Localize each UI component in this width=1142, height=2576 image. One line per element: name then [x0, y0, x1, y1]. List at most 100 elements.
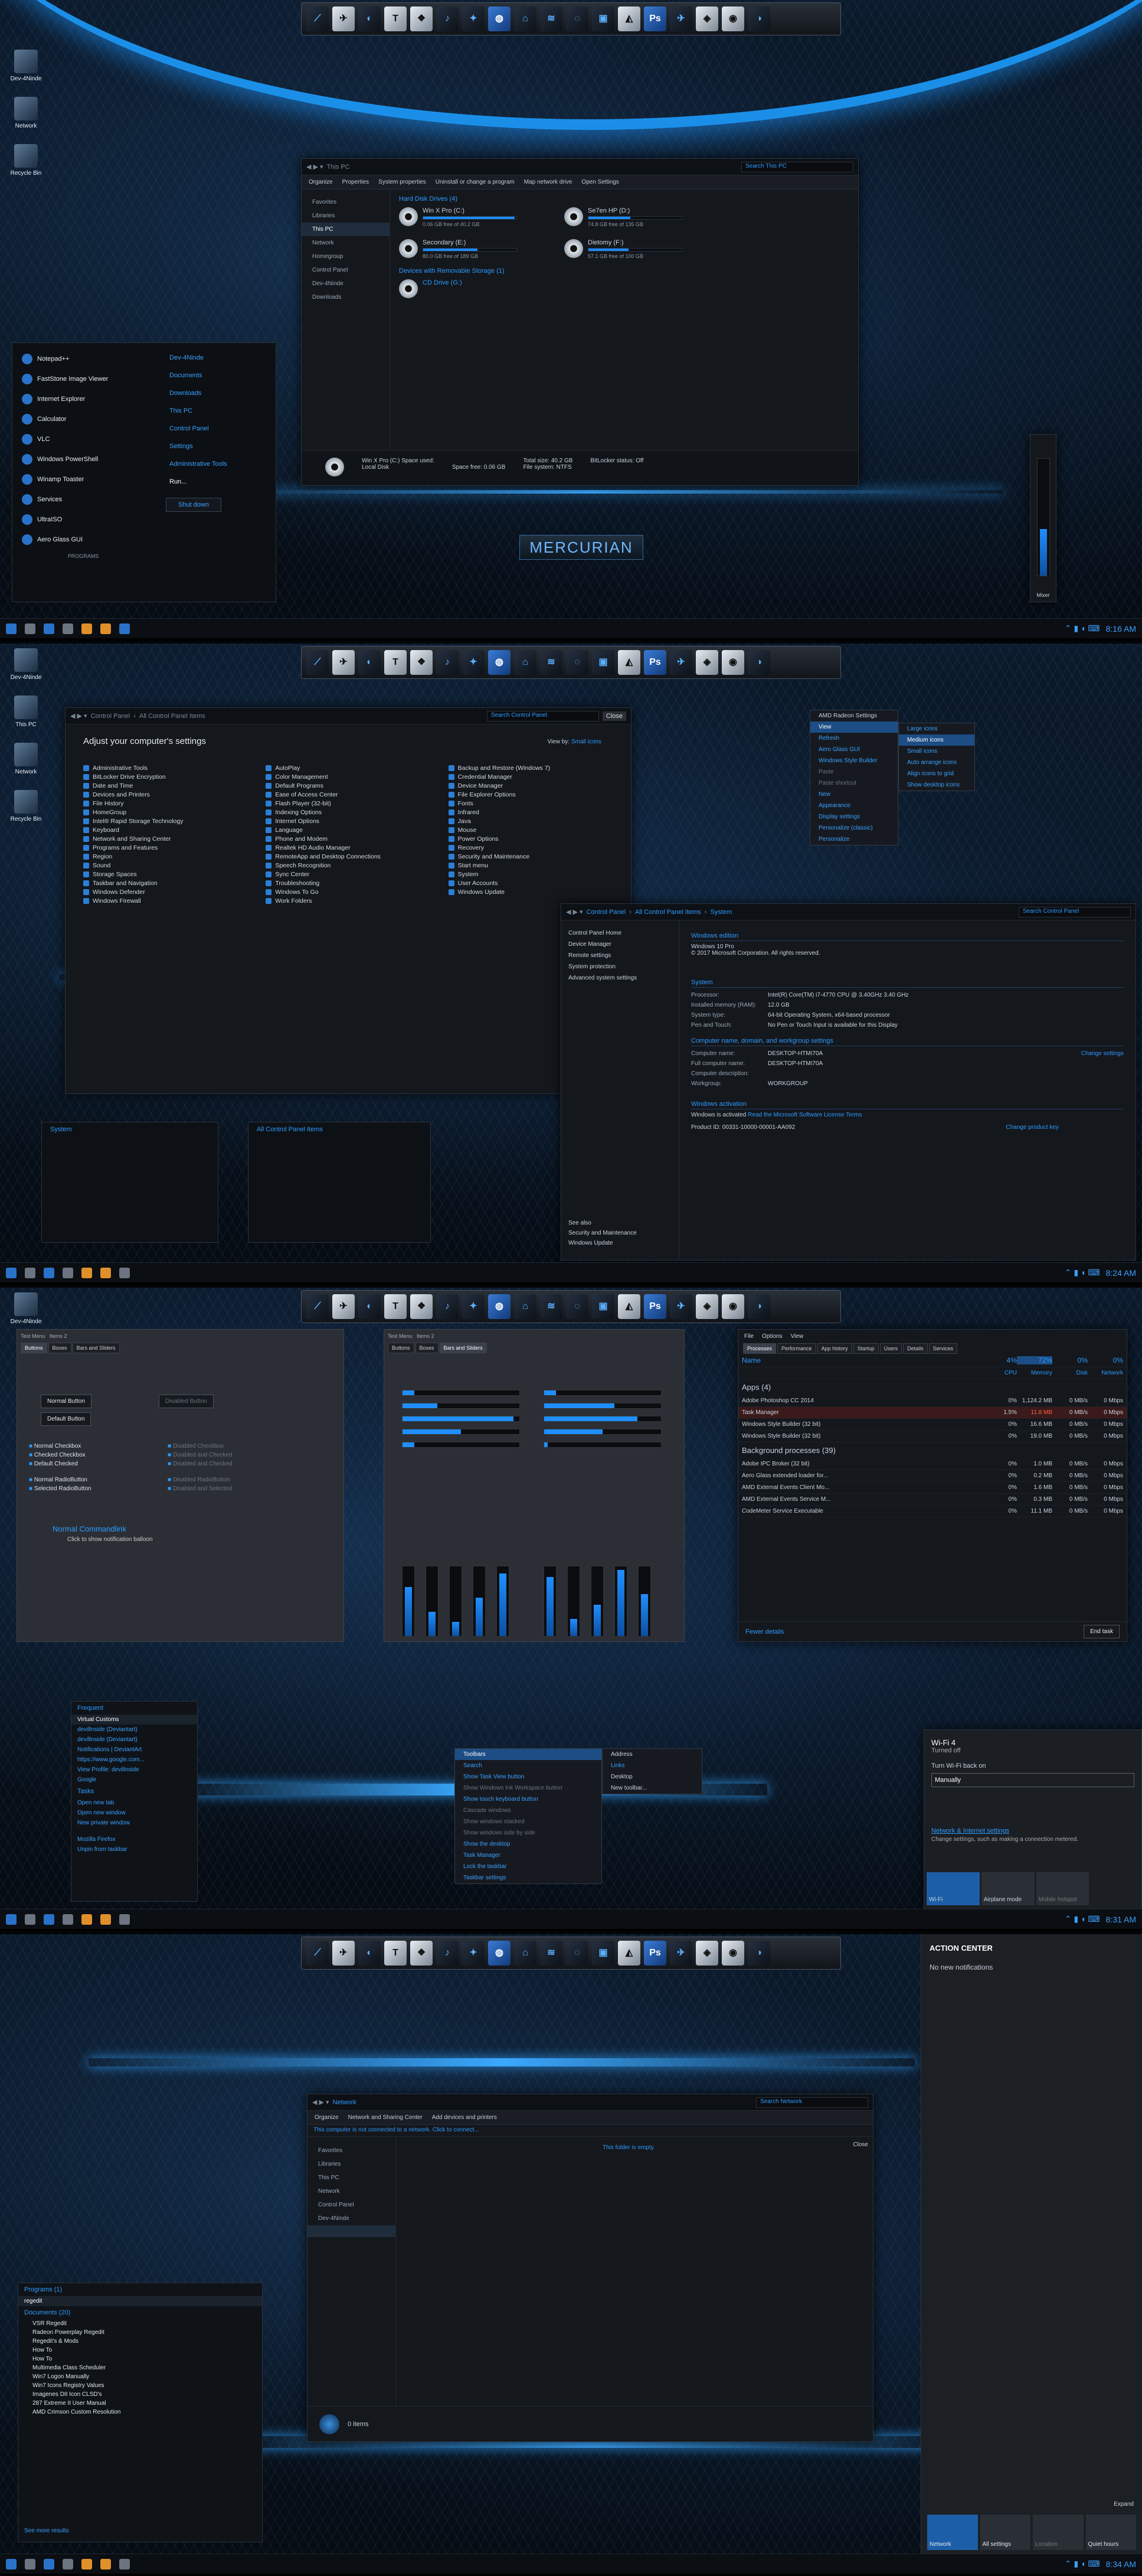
search-input[interactable]: Search Control Panel	[486, 710, 599, 721]
desktop-icon[interactable]: Network	[8, 743, 44, 775]
app-icon[interactable]: ✈	[670, 1294, 692, 1319]
menu-item[interactable]: Show Windows Ink Workspace button	[455, 1782, 601, 1794]
system-tray[interactable]: ⌃ ▮ ◖ ⌨ 8:24 AM	[1065, 1268, 1136, 1278]
cp-item[interactable]: Ease of Access Center	[266, 791, 436, 798]
drive-item[interactable]: Dietomy (F:) 57.1 GB free of 100 GB	[564, 239, 718, 259]
result-item[interactable]: Win7 Icons Registry Values	[18, 2381, 262, 2390]
see-more-link[interactable]: See more results	[18, 2526, 75, 2536]
vertical-slider[interactable]	[544, 1566, 557, 1637]
menu-item[interactable]: New	[810, 789, 898, 800]
nav-item[interactable]: Dev-4Ninde	[307, 2212, 395, 2225]
taskbar-app-icon[interactable]	[100, 2558, 111, 2570]
result-item[interactable]: Regedit's & Mods	[18, 2337, 262, 2346]
cp-item[interactable]: Windows Defender	[83, 889, 254, 896]
app-icon[interactable]: ◌	[566, 6, 588, 31]
checkbox[interactable]: Checked Checkbox	[29, 1451, 91, 1460]
icon-dock[interactable]: ⟋ ✈ ◐ T ❖ ♪ ✦ ◍ ⌂ ≋ ◌ ▣ ◭ Ps ✈ ◈ ◉ ◑	[301, 646, 841, 679]
start-place[interactable]: Downloads	[166, 384, 266, 402]
search-input[interactable]: Search This PC	[741, 161, 853, 172]
app-icon[interactable]: T	[384, 650, 407, 675]
start-app[interactable]: FastStone Image Viewer	[18, 369, 148, 389]
start-app[interactable]: VLC	[18, 429, 148, 449]
command-link[interactable]: Normal Commandlink	[53, 1524, 126, 1533]
jump-item[interactable]: Unpin from taskbar	[71, 1844, 197, 1855]
taskbar-app-icon[interactable]	[119, 1267, 130, 1278]
taskbar-app-icon[interactable]	[63, 1914, 73, 1925]
start-button[interactable]	[6, 2558, 17, 2570]
clock[interactable]: 8:31 AM	[1106, 1915, 1136, 1924]
jump-item[interactable]: Mozilla Firefox	[71, 1834, 197, 1844]
clock[interactable]: 8:34 AM	[1106, 2559, 1136, 2569]
drive-item[interactable]: Secondary (E:) 80.0 GB free of 189 GB	[399, 239, 552, 259]
tab-startup[interactable]: Startup	[853, 1343, 879, 1354]
nav-item[interactable]: Homegroup	[302, 250, 390, 263]
sharing-center-button[interactable]: Network and Sharing Center	[348, 2114, 423, 2121]
start-app[interactable]: Calculator	[18, 409, 148, 429]
cp-item[interactable]: Realtek HD Audio Manager	[266, 844, 436, 851]
app-icon[interactable]: ◭	[618, 6, 640, 31]
cp-item[interactable]: Work Folders	[266, 897, 436, 905]
cp-item[interactable]: Devices and Printers	[83, 791, 254, 798]
wifi-header[interactable]: Wi-Fi 4 Turned off	[924, 1730, 1141, 1762]
jump-item[interactable]: Google	[71, 1775, 197, 1785]
app-icon[interactable]: ♪	[436, 650, 459, 675]
app-icon[interactable]: ✈	[670, 650, 692, 675]
cp-item[interactable]: HomeGroup	[83, 809, 254, 816]
cp-item[interactable]: Security and Maintenance	[449, 853, 619, 860]
app-icon[interactable]: ≋	[540, 650, 562, 675]
map-drive-button[interactable]: Map network drive	[524, 179, 572, 185]
app-icon[interactable]: T	[384, 1294, 407, 1319]
cp-item[interactable]: User Accounts	[449, 880, 619, 887]
expand-button[interactable]: Expand	[1114, 2501, 1134, 2508]
app-icon[interactable]: ◭	[618, 1941, 640, 1966]
open-settings-button[interactable]: Open Settings	[581, 179, 619, 185]
tab-processes[interactable]: Processes	[743, 1343, 777, 1354]
globe-icon[interactable]: ◍	[488, 650, 511, 675]
app-icon[interactable]: ▣	[592, 6, 614, 31]
process-row[interactable]: Aero Glass extended loader for... 0% 0.2 M…	[738, 1470, 1127, 1482]
result-item[interactable]: regedit	[18, 2296, 262, 2306]
location-quick-action[interactable]: Location	[1033, 2515, 1084, 2550]
result-item[interactable]: How To	[18, 2346, 262, 2355]
menu-item[interactable]: Show windows stacked	[455, 1816, 601, 1827]
menu-item[interactable]: Personalize	[810, 834, 898, 845]
app-icon[interactable]: ♪	[436, 1941, 459, 1966]
taskbar-app-icon[interactable]	[44, 1267, 54, 1278]
menu-item[interactable]: Test Menu	[388, 1333, 413, 1339]
breadcrumb[interactable]: Control Panel	[91, 713, 130, 720]
all-programs-button[interactable]: PROGRAMS	[18, 553, 148, 559]
app-icon[interactable]: ◭	[618, 1294, 640, 1319]
cp-item[interactable]: Windows Firewall	[83, 897, 254, 905]
col-header[interactable]: 4%	[981, 1356, 1017, 1364]
cp-item[interactable]: Indexing Options	[266, 809, 436, 816]
app-icon[interactable]: ⟋	[306, 6, 329, 31]
app-icon[interactable]: ✈	[670, 6, 692, 31]
taskbar-thumbnail[interactable]: All Control Panel Items	[248, 1122, 431, 1243]
col-header[interactable]: Name	[742, 1356, 981, 1364]
app-icon[interactable]: ≋	[540, 6, 562, 31]
nav-arrows-icon[interactable]: ◀ ▶ ▾	[566, 908, 583, 916]
drive-item[interactable]: Se7en HP (D:) 74.8 GB free of 135 GB	[564, 207, 718, 227]
wifi-quick-action[interactable]: Wi-Fi	[927, 1872, 980, 1905]
nav-item[interactable]: Control Panel	[307, 2198, 395, 2212]
result-item[interactable]: 287 Extreme II User Manual	[18, 2399, 262, 2408]
menu-item[interactable]: Aero Glass GUI	[810, 744, 898, 755]
app-icon[interactable]: ▣	[592, 1294, 614, 1319]
volume-mixer[interactable]: Mixer	[1030, 434, 1056, 602]
cp-item[interactable]: Flash Player (32-bit)	[266, 800, 436, 807]
cp-item[interactable]: Java	[449, 818, 619, 825]
taskbar-app-icon[interactable]	[25, 1267, 35, 1278]
menu-item[interactable]: Personalize (classic)	[810, 822, 898, 834]
process-row[interactable]: Windows Style Builder (32 bit) 0% 19.0 MB 0…	[738, 1431, 1127, 1442]
address-text[interactable]: This PC	[327, 164, 350, 171]
cp-item[interactable]: Infrared	[449, 809, 619, 816]
nav-link[interactable]: Device Manager	[568, 939, 672, 950]
app-icon[interactable]: ✦	[462, 6, 485, 31]
cp-item[interactable]: Sync Center	[266, 871, 436, 878]
taskbar-app-icon[interactable]	[63, 1267, 73, 1278]
nav-arrows-icon[interactable]: ◀ ▶ ▾	[312, 2098, 329, 2106]
breadcrumb[interactable]: All Control Panel Items	[635, 909, 701, 916]
tab-bars[interactable]: Bars and Sliders	[72, 1343, 120, 1353]
app-icon[interactable]: ⟋	[306, 650, 329, 675]
app-icon[interactable]: ◭	[618, 650, 640, 675]
